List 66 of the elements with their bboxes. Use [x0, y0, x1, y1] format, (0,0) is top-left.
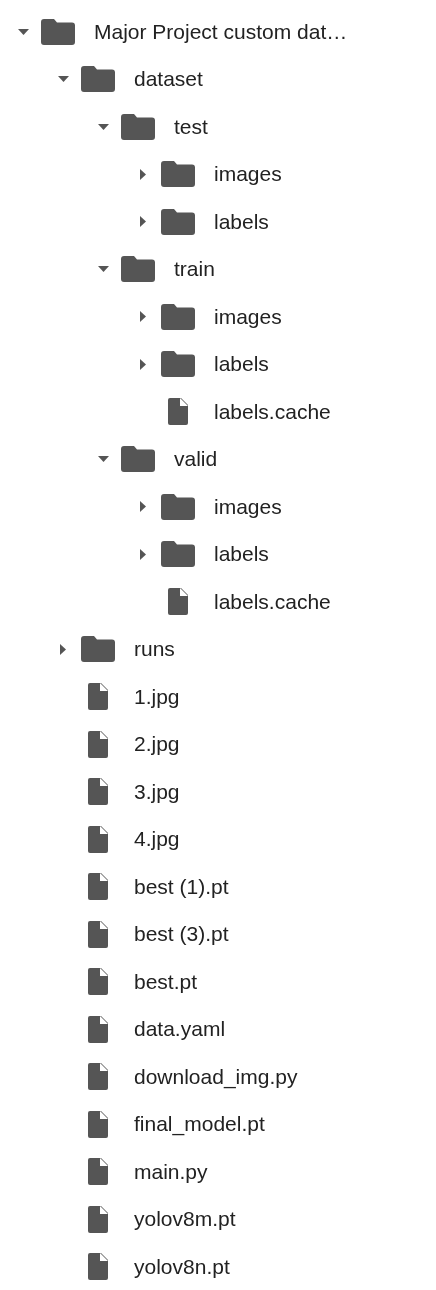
file-name[interactable]: data.yaml: [134, 1017, 226, 1042]
caret-icon[interactable]: [60, 643, 66, 655]
file-icon: [88, 825, 108, 853]
caret-icon[interactable]: [140, 548, 146, 560]
file-name[interactable]: yolov8m.pt: [134, 1207, 236, 1232]
file-name[interactable]: best.pt: [134, 969, 198, 994]
folder-icon: [121, 256, 155, 283]
folder-icon: [161, 541, 195, 568]
file-name[interactable]: download_img.py: [134, 1064, 298, 1089]
file-icon: [88, 778, 108, 806]
folder-icon: [161, 208, 195, 235]
file-icon: [88, 873, 108, 901]
file-icon: [88, 1205, 108, 1233]
caret-icon[interactable]: [17, 28, 29, 35]
file-name[interactable]: 1.jpg: [134, 684, 180, 709]
file-icon: [88, 920, 108, 948]
folder-name[interactable]: valid: [174, 447, 218, 472]
file-name[interactable]: yolov8n.pt: [134, 1254, 230, 1279]
folder-icon: [161, 493, 195, 520]
caret-icon[interactable]: [140, 501, 146, 513]
caret-icon[interactable]: [140, 358, 146, 370]
folder-name[interactable]: Major Project custom dat…: [94, 19, 348, 44]
folder-name[interactable]: labels: [214, 542, 269, 567]
caret-icon[interactable]: [140, 216, 146, 228]
file-icon: [168, 588, 188, 616]
file-icon: [88, 1110, 108, 1138]
folder-icon: [161, 303, 195, 330]
caret-icon[interactable]: [140, 311, 146, 323]
file-icon: [88, 683, 108, 711]
folder-icon: [161, 351, 195, 378]
folder-icon: [121, 113, 155, 140]
caret-icon[interactable]: [140, 168, 146, 180]
folder-name[interactable]: labels: [214, 352, 269, 377]
file-icon: [88, 730, 108, 758]
file-name[interactable]: 4.jpg: [134, 827, 180, 852]
file-name[interactable]: 3.jpg: [134, 779, 180, 804]
file-name[interactable]: best (3).pt: [134, 922, 229, 947]
folder-icon: [161, 161, 195, 188]
file-icon: [88, 1063, 108, 1091]
file-name[interactable]: labels.cache: [214, 589, 331, 614]
file-icon: [88, 968, 108, 996]
file-icon: [168, 398, 188, 426]
caret-icon[interactable]: [97, 456, 109, 463]
folder-icon: [81, 66, 115, 93]
folder-name[interactable]: images: [214, 494, 282, 519]
folder-name[interactable]: test: [174, 114, 208, 139]
folder-icon: [121, 446, 155, 473]
caret-icon[interactable]: [57, 76, 69, 83]
file-icon: [88, 1015, 108, 1043]
file-name[interactable]: best (1).pt: [134, 874, 229, 899]
file-name[interactable]: main.py: [134, 1159, 208, 1184]
file-icon: [88, 1253, 108, 1281]
folder-name[interactable]: train: [174, 257, 215, 282]
caret-icon[interactable]: [97, 266, 109, 273]
file-name[interactable]: final_model.pt: [134, 1112, 265, 1137]
folder-name[interactable]: images: [214, 162, 282, 187]
file-name[interactable]: 2.jpg: [134, 732, 180, 757]
folder-icon: [81, 636, 115, 663]
file-icon: [88, 1158, 108, 1186]
folder-name[interactable]: dataset: [134, 67, 203, 92]
folder-name[interactable]: labels: [214, 209, 269, 234]
file-name[interactable]: labels.cache: [214, 399, 331, 424]
folder-name[interactable]: images: [214, 304, 282, 329]
folder-icon: [41, 18, 75, 45]
caret-icon[interactable]: [97, 123, 109, 130]
folder-name[interactable]: runs: [134, 637, 175, 662]
